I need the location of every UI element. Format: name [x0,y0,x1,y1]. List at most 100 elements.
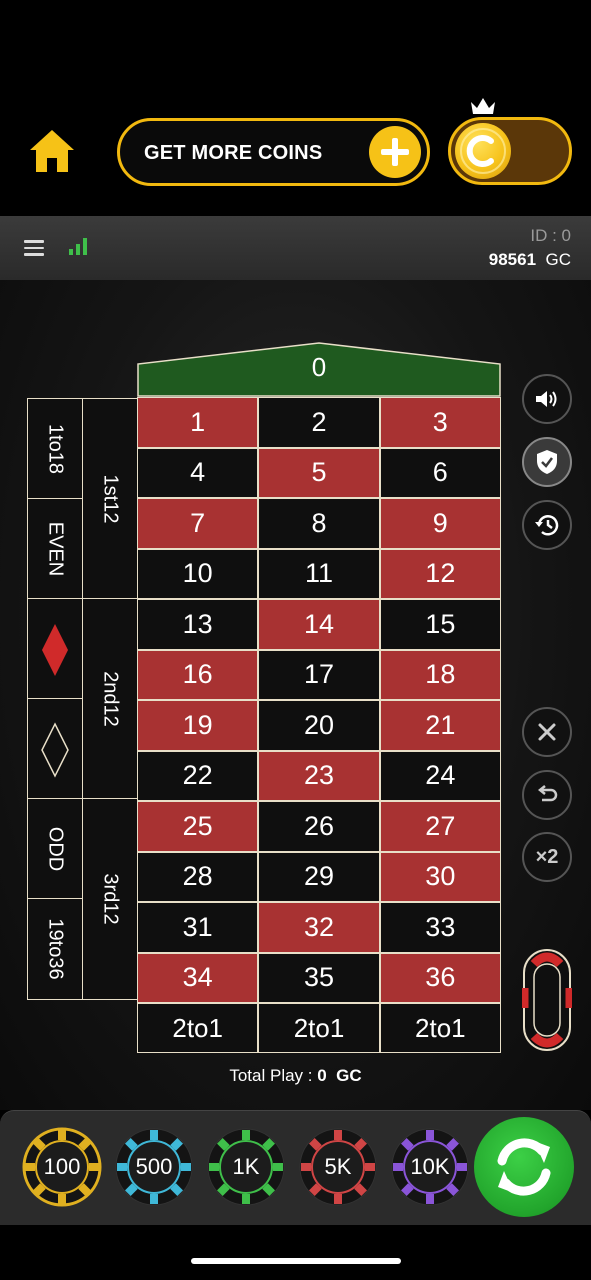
number-cell-4[interactable]: 4 [137,447,259,498]
home-icon[interactable] [28,128,76,174]
number-cell-36[interactable]: 36 [379,952,501,1003]
balance-unit: GC [545,250,572,269]
balance-value: 98561 [488,250,537,269]
history-icon [535,515,559,536]
column-bet-3[interactable]: 2to1 [379,1003,501,1053]
bet-1to18[interactable]: 1to18 [27,398,83,499]
home-indicator [191,1258,401,1264]
chip-1K[interactable]: 1K [206,1127,286,1207]
get-more-coins-button[interactable]: GET MORE COINS [117,118,430,186]
bet-1st12-label: 1st12 [99,474,122,523]
chip-label: 100 [43,1154,81,1179]
bet-3rd12-label: 3rd12 [99,873,122,925]
undo-button[interactable] [522,770,572,820]
number-cell-5[interactable]: 5 [258,447,380,498]
user-id: ID : 0 [530,226,571,245]
number-cell-6[interactable]: 6 [379,447,501,498]
total-value: 0 [317,1066,327,1085]
number-cell-13[interactable]: 13 [137,599,259,650]
bet-1to18-label: 1to18 [44,423,67,474]
number-cell-32[interactable]: 32 [258,902,380,953]
bet-odd[interactable]: ODD [27,798,83,899]
number-cell-20[interactable]: 20 [258,700,380,751]
crown-icon [471,98,495,114]
number-cell-12[interactable]: 12 [379,548,501,599]
coin-toggle[interactable] [448,117,572,185]
number-cell-21[interactable]: 21 [379,700,501,751]
signal-icon [69,238,87,255]
number-cell-3[interactable]: 3 [379,397,501,448]
refresh-icon [497,1138,551,1196]
bet-19to36-label: 19to36 [44,918,67,980]
number-cell-34[interactable]: 34 [137,952,259,1003]
chip-100[interactable]: 100 [22,1127,102,1207]
number-cell-33[interactable]: 33 [379,902,501,953]
racetrack-icon[interactable] [522,948,572,1052]
number-cell-2[interactable]: 2 [258,397,380,448]
menu-icon[interactable] [24,240,44,256]
number-cell-25[interactable]: 25 [137,801,259,852]
number-cell-7[interactable]: 7 [137,498,259,549]
bet-2nd12[interactable]: 2nd12 [82,598,138,799]
number-cell-31[interactable]: 31 [137,902,259,953]
fair-play-button[interactable] [522,437,572,487]
chip-10K[interactable]: 10K [390,1127,470,1207]
number-cell-22[interactable]: 22 [137,750,259,801]
top-bar: GET MORE COINS [0,0,591,216]
black-diamond-icon [41,722,69,778]
number-cell-17[interactable]: 17 [258,649,380,700]
number-cell-26[interactable]: 26 [258,801,380,852]
chip-label: 10K [410,1154,450,1179]
bet-red[interactable] [27,598,83,699]
number-cell-8[interactable]: 8 [258,498,380,549]
zero-label: 0 [311,352,327,382]
speaker-icon [536,391,557,407]
bet-2nd12-label: 2nd12 [99,670,122,727]
number-cell-19[interactable]: 19 [137,700,259,751]
total-play: Total Play : 0 GC [0,1066,591,1086]
number-cell-29[interactable]: 29 [258,851,380,902]
number-cell-15[interactable]: 15 [379,599,501,650]
info-bar: ID : 0 98561 GC [0,216,591,280]
outside-bets: 1to18 EVEN ODD 19to36 1st12 2nd12 3rd12 [27,398,138,1000]
number-cell-9[interactable]: 9 [379,498,501,549]
bet-odd-label: ODD [44,826,67,871]
get-more-coins-label: GET MORE COINS [144,142,323,164]
number-cell-28[interactable]: 28 [137,851,259,902]
coin-icon [455,123,511,179]
number-cell-14[interactable]: 14 [258,599,380,650]
history-button[interactable] [522,500,572,550]
total-unit: GC [336,1066,362,1085]
chip-5K[interactable]: 5K [298,1127,378,1207]
clear-bets-button[interactable] [522,707,572,757]
number-cell-16[interactable]: 16 [137,649,259,700]
chip-500[interactable]: 500 [114,1127,194,1207]
double-bets-button[interactable]: ×2 [522,832,572,882]
bet-even-label: EVEN [44,521,67,576]
bet-black[interactable] [27,698,83,799]
double-label: ×2 [535,845,559,868]
bet-3rd12[interactable]: 3rd12 [82,798,138,1000]
number-cell-18[interactable]: 18 [379,649,501,700]
bet-1st12[interactable]: 1st12 [82,398,138,599]
number-cell-24[interactable]: 24 [379,750,501,801]
sound-button[interactable] [522,374,572,424]
column-bet-1[interactable]: 2to1 [137,1003,259,1053]
number-cell-30[interactable]: 30 [379,851,501,902]
spin-button[interactable] [474,1117,574,1217]
undo-icon [537,785,558,802]
number-cell-27[interactable]: 27 [379,801,501,852]
number-cell-10[interactable]: 10 [137,548,259,599]
balance: 98561 GC [489,250,571,270]
number-grid: 1 2 3 4 5 6 7 8 9 10 11 12 13 14 15 16 17 18 19 20 21 22 23 24 2… [137,397,501,1053]
red-diamond-icon [42,624,68,676]
number-cell-23[interactable]: 23 [258,750,380,801]
number-cell-1[interactable]: 1 [137,397,259,448]
chip-label: 1K [232,1154,260,1179]
bet-19to36[interactable]: 19to36 [27,898,83,1000]
number-cell-11[interactable]: 11 [258,548,380,599]
number-cell-35[interactable]: 35 [258,952,380,1003]
chip-label: 500 [135,1154,173,1179]
bet-even[interactable]: EVEN [27,498,83,599]
column-bet-2[interactable]: 2to1 [258,1003,380,1053]
